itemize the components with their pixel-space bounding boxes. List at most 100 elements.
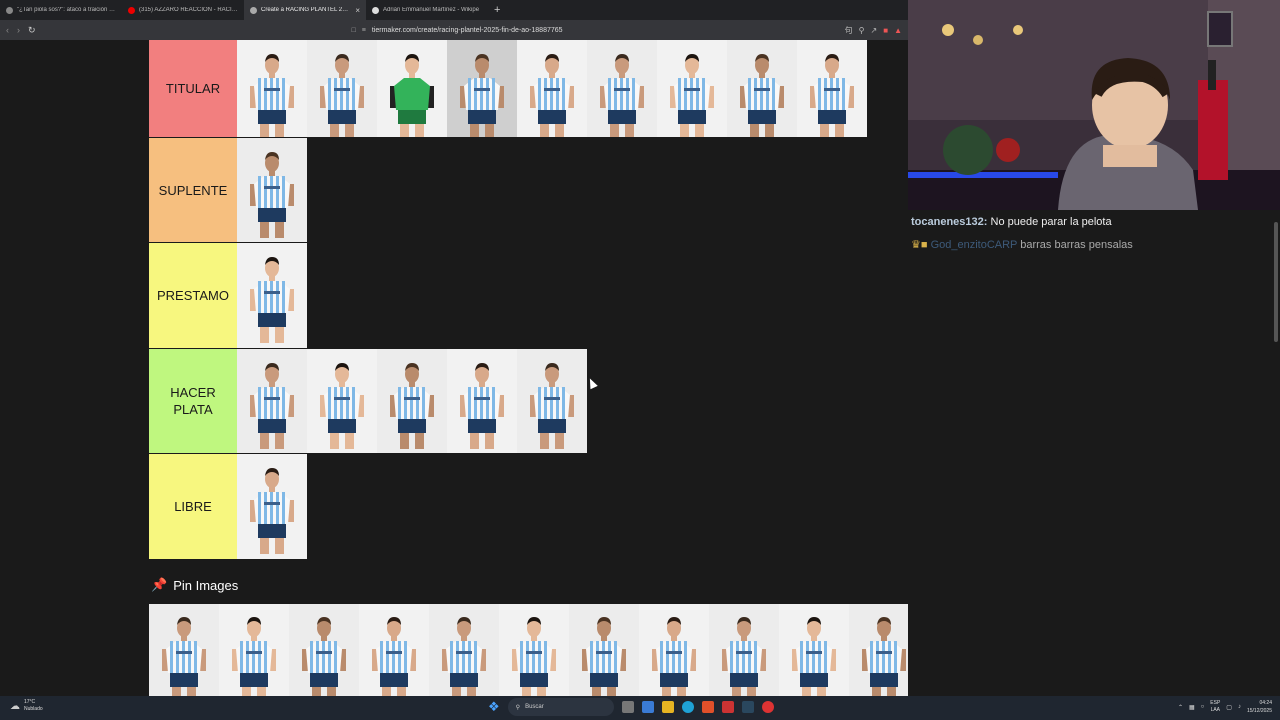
tier-label[interactable]: LIBRE xyxy=(149,454,237,559)
player-tile[interactable] xyxy=(359,604,429,696)
player-tile[interactable] xyxy=(237,243,307,348)
chat-panel: tocanenes132: No puede parar la pelota ♛■… xyxy=(908,210,1280,696)
tray-network-icon[interactable]: ○ xyxy=(1201,704,1205,710)
player-image xyxy=(250,48,294,137)
taskbar-search[interactable]: ⚲ Buscar xyxy=(507,698,614,716)
player-image xyxy=(512,611,556,696)
tier-label[interactable]: PRESTAMO xyxy=(149,243,237,348)
tab-favicon-icon xyxy=(128,6,135,14)
zoom-icon[interactable]: ⚲ xyxy=(859,26,865,35)
player-tile[interactable] xyxy=(447,40,517,137)
player-tile[interactable] xyxy=(149,604,219,696)
tab-label: (315) AZZARO REACCIÓN - RACING xyxy=(139,7,238,13)
language-indicator[interactable]: ESP LAA xyxy=(1210,700,1220,714)
tab-favicon-icon xyxy=(372,6,379,14)
player-tile[interactable] xyxy=(237,40,307,137)
player-image xyxy=(582,611,626,696)
site-info-icon[interactable]: ≡ xyxy=(362,27,366,34)
app-icon[interactable] xyxy=(761,701,774,713)
browser-tab[interactable]: Adrián Emmanuel Martínez - Wikipe xyxy=(366,0,488,20)
monitor-icon[interactable]: ▢ xyxy=(1226,704,1232,711)
pin-images-row[interactable] xyxy=(149,604,989,696)
shield-icon[interactable]: ■ xyxy=(883,26,888,35)
player-tile[interactable] xyxy=(517,349,587,453)
tray-chevron-icon[interactable]: ⌃ xyxy=(1178,704,1183,711)
player-tile[interactable] xyxy=(219,604,289,696)
pin-images-title: Pin Images xyxy=(173,577,239,593)
forward-icon[interactable]: › xyxy=(17,25,20,35)
calendar-app-icon[interactable] xyxy=(721,701,734,713)
system-tray: ⌃ ▦ ○ ESP LAA ▢ ♪ 04:24 15/12/2025 xyxy=(1178,699,1272,715)
player-tile[interactable] xyxy=(307,40,377,137)
player-image xyxy=(652,611,696,696)
chat-username[interactable]: God_enzitoCARP xyxy=(931,239,1018,251)
task-view-icon[interactable] xyxy=(621,701,634,713)
lang-layout: LAA xyxy=(1210,707,1221,713)
player-tile[interactable] xyxy=(709,604,779,696)
player-tile[interactable] xyxy=(447,349,517,453)
browser-tab[interactable]: (315) AZZARO REACCIÓN - RACING xyxy=(122,0,244,20)
explorer-icon[interactable] xyxy=(661,701,674,713)
lang-code: ESP xyxy=(1210,700,1221,706)
share-icon[interactable]: ↗ xyxy=(871,26,878,35)
player-tile[interactable] xyxy=(657,40,727,137)
player-tile[interactable] xyxy=(779,604,849,696)
player-tile[interactable] xyxy=(639,604,709,696)
player-image xyxy=(442,611,486,696)
player-tile[interactable] xyxy=(237,138,307,242)
tier-label[interactable]: TITULAR xyxy=(149,40,237,137)
url-field[interactable]: □ ≡ tiermaker.com/create/racing-plantel-… xyxy=(344,23,837,37)
browser-tab[interactable]: Create a RACING PLANTEL 2025 × xyxy=(244,0,366,20)
player-image xyxy=(320,48,364,137)
alert-icon[interactable]: ▲ xyxy=(894,26,902,35)
player-tile[interactable] xyxy=(587,40,657,137)
player-image xyxy=(530,48,574,137)
bookmark-icon[interactable]: □ xyxy=(352,27,356,34)
widgets-icon[interactable] xyxy=(641,701,654,713)
player-tile[interactable] xyxy=(517,40,587,137)
tray-app-icon[interactable]: ▦ xyxy=(1189,704,1195,711)
browser-tab[interactable]: "¿Tan piola sos?": atacó a traición a u xyxy=(0,0,122,20)
player-tile[interactable] xyxy=(429,604,499,696)
edge-icon[interactable] xyxy=(681,701,694,713)
player-tile[interactable] xyxy=(797,40,867,137)
clock[interactable]: 04:24 15/12/2025 xyxy=(1247,699,1272,715)
steam-icon[interactable] xyxy=(741,701,754,713)
search-placeholder: Buscar xyxy=(525,704,544,710)
chat-badge-icon: ♛■ xyxy=(911,239,931,251)
player-image xyxy=(250,146,294,242)
player-tile[interactable] xyxy=(307,349,377,453)
windows-start-icon[interactable]: ❖ xyxy=(488,699,500,715)
player-tile[interactable] xyxy=(377,349,447,453)
player-image xyxy=(250,462,294,559)
weather-widget[interactable]: ☁ 17°C Nublado xyxy=(10,699,43,713)
player-image xyxy=(250,357,294,453)
cloud-icon: ☁ xyxy=(10,700,20,712)
tab-close-icon[interactable]: × xyxy=(355,6,360,15)
tab-favicon-icon xyxy=(250,6,257,14)
tier-label[interactable]: SUPLENTE xyxy=(149,138,237,242)
tab-label: Adrián Emmanuel Martínez - Wikipe xyxy=(383,7,480,13)
volume-icon[interactable]: ♪ xyxy=(1238,704,1241,710)
player-tile[interactable] xyxy=(727,40,797,137)
translate-icon[interactable]: 句 xyxy=(845,25,853,36)
chat-username[interactable]: tocanenes132: xyxy=(911,216,987,228)
chat-message: ♛■ God_enzitoCARP barras barras pensalas xyxy=(911,238,1133,251)
scrollbar-thumb[interactable] xyxy=(1274,222,1278,342)
player-tile[interactable] xyxy=(569,604,639,696)
webcam-overlay xyxy=(908,0,1280,210)
back-icon[interactable]: ‹ xyxy=(6,25,9,35)
player-image xyxy=(530,357,574,453)
brave-icon[interactable] xyxy=(701,701,714,713)
player-tile[interactable] xyxy=(237,349,307,453)
player-tile[interactable] xyxy=(377,40,447,137)
player-tile[interactable] xyxy=(237,454,307,559)
tier-label[interactable]: HACER PLATA xyxy=(149,349,237,453)
player-image xyxy=(320,357,364,453)
player-tile[interactable] xyxy=(289,604,359,696)
tab-label: Create a RACING PLANTEL 2025 xyxy=(261,7,352,13)
reload-icon[interactable]: ↻ xyxy=(28,25,36,36)
new-tab-icon[interactable]: + xyxy=(494,4,500,16)
player-tile[interactable] xyxy=(499,604,569,696)
player-image xyxy=(390,357,434,453)
